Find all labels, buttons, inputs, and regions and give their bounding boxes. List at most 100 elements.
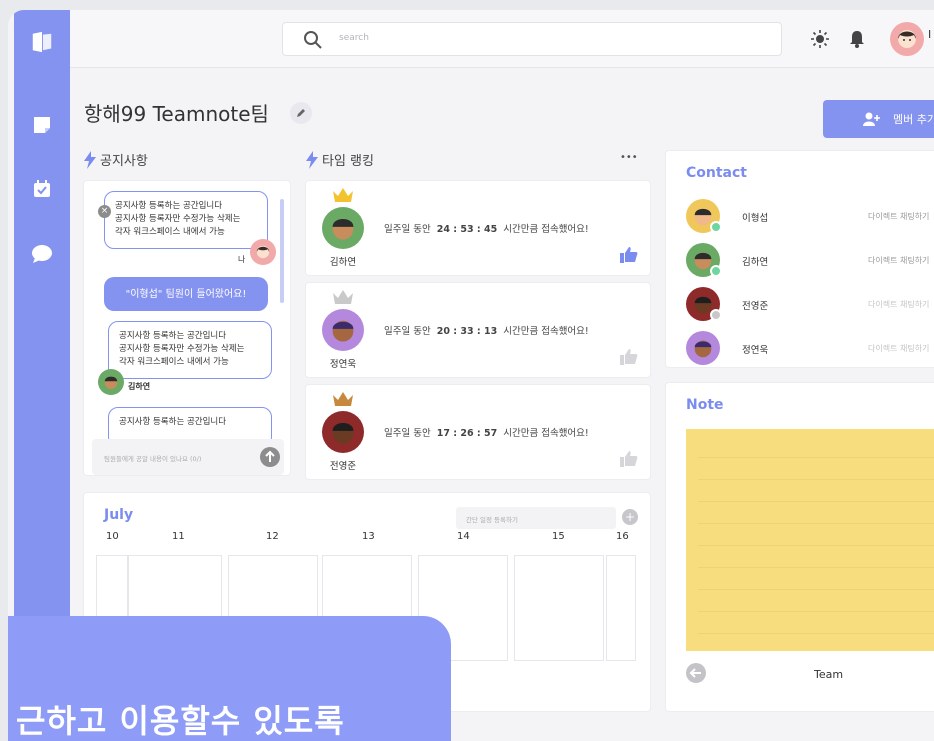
day-label: 12 [266, 531, 279, 542]
contact-name: 전영준 [742, 301, 769, 312]
crown-bronze-icon [333, 392, 353, 406]
bell-icon[interactable] [848, 29, 866, 49]
day-label: 14 [457, 531, 470, 542]
note-icon[interactable] [30, 113, 54, 137]
calendar-check-icon[interactable] [30, 177, 54, 201]
note-title: Note [686, 397, 724, 413]
note-line [698, 545, 934, 546]
thumbs-up-icon[interactable] [620, 247, 638, 263]
author-avatar [250, 239, 276, 265]
note-line [698, 523, 934, 524]
search-icon [304, 31, 322, 49]
note-line [698, 501, 934, 502]
rank-name: 정연욱 [329, 359, 357, 370]
app-window: search I 항해99 Teamnote팀 멤버 추가 공지사항 공지사항 … [8, 10, 934, 741]
day-label: 13 [362, 531, 375, 542]
notice-card: 공지사항 등록하는 공간입니다 공지사항 등록자만 수정가능 삭제는 각자 워크… [83, 180, 291, 476]
note-card: Note Team [665, 382, 934, 712]
rank-text: 일주일 동안 17 : 26 : 57 시간만큼 접속했어요! [384, 425, 589, 439]
bolt-icon [84, 150, 96, 169]
direct-chat-link[interactable]: 다이렉트 채팅하기 [868, 211, 929, 222]
rank-prefix: 일주일 동안 [384, 326, 431, 337]
rank-time: 17 : 26 : 57 [436, 428, 498, 439]
edit-title-button[interactable] [290, 102, 312, 124]
rank-avatar [322, 207, 364, 249]
delete-icon[interactable]: × [98, 205, 111, 218]
rank-prefix: 일주일 동안 [384, 224, 431, 235]
chat-icon[interactable] [30, 242, 54, 266]
contact-row[interactable]: 김하연 다이렉트 채팅하기 [686, 243, 934, 279]
rank-time: 20 : 33 : 13 [436, 326, 498, 337]
note-pad[interactable] [686, 429, 934, 651]
send-button[interactable] [260, 447, 280, 467]
ranking-header: 타임 랭킹 [306, 150, 374, 169]
note-line [698, 567, 934, 568]
notice-header: 공지사항 [84, 150, 148, 169]
note-line [698, 589, 934, 590]
contact-avatar [686, 331, 720, 365]
rank-time: 24 : 53 : 45 [436, 224, 498, 235]
add-user-icon [863, 112, 880, 126]
notice-message-2: 공지사항 등록하는 공간입니다 공지사항 등록자만 수정가능 삭제는 각자 워크… [108, 321, 272, 379]
thumbs-up-icon[interactable] [620, 451, 638, 467]
direct-chat-link[interactable]: 다이렉트 채팅하기 [868, 299, 929, 310]
sun-icon[interactable] [810, 29, 830, 49]
rank-suffix: 시간만큼 접속했어요! [503, 428, 589, 439]
contact-row[interactable]: 전영준 다이렉트 채팅하기 [686, 287, 934, 323]
user-name-fragment: I [928, 28, 932, 41]
thumbs-up-icon[interactable] [620, 349, 638, 365]
message-author: 나 [238, 255, 246, 264]
crown-silver-icon [333, 290, 353, 304]
rank-prefix: 일주일 동안 [384, 428, 431, 439]
arrow-up-icon [265, 450, 275, 462]
user-avatar[interactable] [890, 22, 924, 56]
contact-row[interactable]: 정연욱 다이렉트 채팅하기 [686, 331, 934, 367]
online-status-dot [710, 221, 722, 233]
logo-icon[interactable] [30, 30, 54, 54]
note-line [698, 633, 934, 634]
offline-status-dot [710, 309, 722, 321]
notice-title: 공지사항 [100, 154, 148, 169]
note-owner-label: Team [814, 668, 844, 681]
day-label: 15 [552, 531, 565, 542]
rank-avatar [322, 411, 364, 453]
note-line [698, 457, 934, 458]
search-box[interactable]: search [282, 22, 782, 56]
calendar-month: July [104, 507, 134, 523]
schedule-input[interactable]: 간단 일정 등록하기 [456, 507, 616, 529]
rank-card-1: 일주일 동안 24 : 53 : 45 시간만큼 접속했어요! 김하연 [305, 180, 651, 276]
rank-text: 일주일 동안 24 : 53 : 45 시간만큼 접속했어요! [384, 221, 589, 235]
more-icon[interactable]: ••• [620, 152, 638, 163]
page-title: 항해99 Teamnote팀 [84, 102, 269, 126]
rank-text: 일주일 동안 20 : 33 : 13 시간만큼 접속했어요! [384, 323, 589, 337]
pencil-icon [297, 109, 305, 117]
ranking-title: 타임 랭킹 [322, 154, 374, 169]
prev-note-button[interactable] [686, 663, 706, 683]
direct-chat-link[interactable]: 다이렉트 채팅하기 [868, 343, 929, 354]
promo-banner: 근하고 이용할수 있도록 [8, 616, 451, 741]
crown-gold-icon [333, 188, 353, 202]
author-avatar [98, 369, 124, 395]
direct-chat-link[interactable]: 다이렉트 채팅하기 [868, 255, 929, 266]
notice-message-1: 공지사항 등록하는 공간입니다 공지사항 등록자만 수정가능 삭제는 각자 워크… [104, 191, 268, 249]
contact-row[interactable]: 이형섭 다이렉트 채팅하기 [686, 199, 934, 235]
message-author: 김하연 [128, 382, 151, 391]
contact-name: 김하연 [742, 257, 769, 268]
day-label: 10 [106, 531, 119, 542]
add-member-button[interactable]: 멤버 추가 [823, 100, 934, 138]
online-status-dot [710, 265, 722, 277]
banner-text: 근하고 이용할수 있도록 [16, 702, 345, 740]
rank-name: 전영준 [329, 461, 357, 472]
day-cell[interactable] [514, 555, 604, 661]
contact-name: 정연욱 [742, 345, 769, 356]
add-schedule-button[interactable]: + [622, 509, 638, 525]
search-input[interactable]: search [339, 33, 369, 43]
day-cell[interactable] [606, 555, 636, 661]
arrow-left-icon [689, 668, 701, 678]
note-line [698, 611, 934, 612]
notice-input[interactable]: 팀원들에게 공알 내용이 있나요 (0/) [92, 439, 284, 475]
top-bar: search I [70, 10, 934, 68]
scrollbar[interactable] [280, 199, 284, 303]
note-line [698, 479, 934, 480]
day-label: 16 [616, 531, 629, 542]
